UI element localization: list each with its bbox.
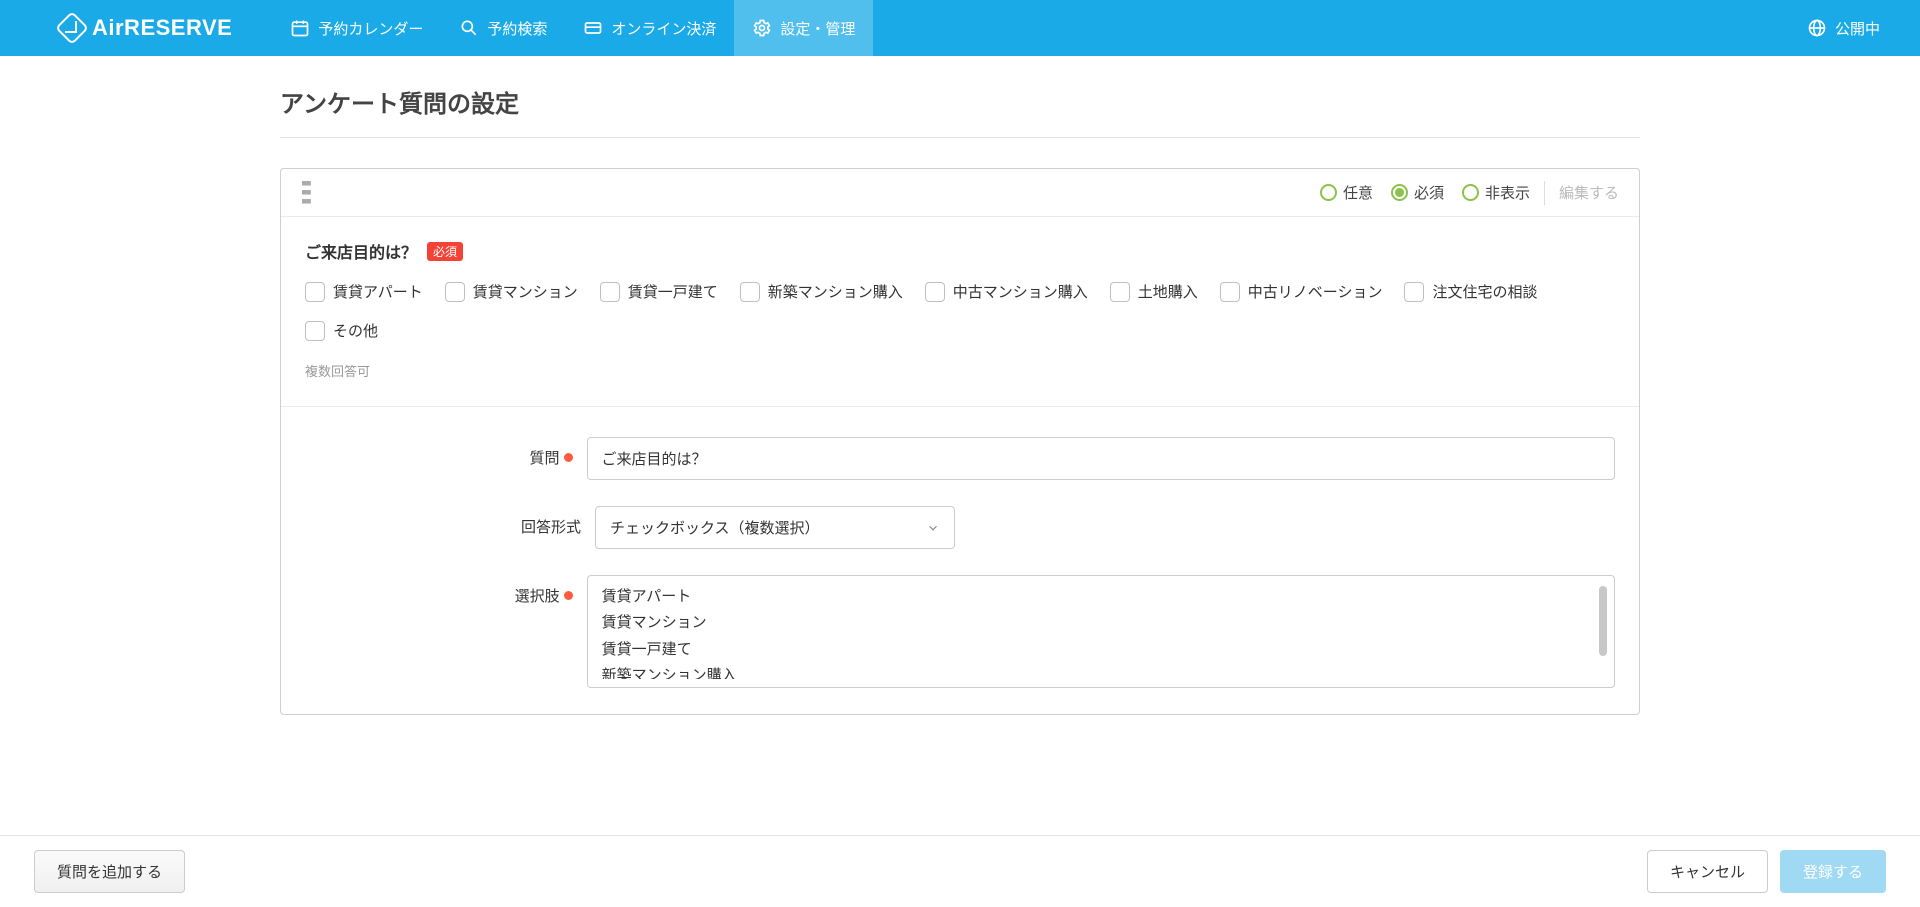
nav-search[interactable]: 予約検索 <box>441 0 565 56</box>
radio-required[interactable]: 必須 <box>1391 182 1444 203</box>
brand-text: AirRESERVE <box>92 15 232 41</box>
nav-label: 予約カレンダー <box>318 18 423 39</box>
top-header: AirRESERVE 予約カレンダー 予約検索 オンライン決済 設定・管理 公開… <box>0 0 1920 56</box>
card-icon <box>583 18 603 38</box>
radio-optional[interactable]: 任意 <box>1320 182 1373 203</box>
question-title: ご来店目的は？ <box>305 239 417 263</box>
checkbox-icon <box>305 282 325 302</box>
nav-settings[interactable]: 設定・管理 <box>734 0 873 56</box>
radio-hidden[interactable]: 非表示 <box>1462 182 1530 203</box>
checkbox-option[interactable]: 賃貸一戸建て <box>600 281 718 302</box>
nav-label: 設定・管理 <box>780 18 855 39</box>
checkbox-icon <box>445 282 465 302</box>
helper-text: 複数回答可 <box>305 361 1615 380</box>
nav-label: 予約検索 <box>487 18 547 39</box>
publish-status[interactable]: 公開中 <box>1807 18 1900 39</box>
checkbox-icon <box>1404 282 1424 302</box>
chevron-down-icon <box>926 521 940 535</box>
answer-type-select[interactable]: チェックボックス（複数選択） <box>595 506 955 549</box>
checkbox-icon <box>305 321 325 341</box>
label-question: 質問 <box>530 447 560 468</box>
checkbox-icon <box>1110 282 1130 302</box>
gear-icon <box>752 18 772 38</box>
checkbox-icon <box>740 282 760 302</box>
cancel-button[interactable]: キャンセル <box>1647 850 1768 893</box>
drag-handle-icon[interactable]: ▪▪▪▪▪▪ <box>301 179 310 206</box>
checkbox-option[interactable]: 注文住宅の相談 <box>1404 281 1537 302</box>
option-checkbox-list: 賃貸アパート 賃貸マンション 賃貸一戸建て 新築マンション購入 中古マンション購入 土地購… <box>305 281 1615 341</box>
checkbox-option[interactable]: 中古マンション購入 <box>925 281 1088 302</box>
question-form: 質問 ご来店目的は？ 回答形式 チェックボックス（複数選択） 選択肢 賃貸アパー… <box>281 406 1639 688</box>
checkbox-option[interactable]: 賃貸アパート <box>305 281 423 302</box>
search-icon <box>459 18 479 38</box>
label-answer-type: 回答形式 <box>521 516 581 537</box>
card-header: ▪▪▪▪▪▪ 任意 必須 非表示 編集する <box>281 169 1639 217</box>
checkbox-icon <box>600 282 620 302</box>
question-card: ▪▪▪▪▪▪ 任意 必須 非表示 編集する ご来店目的は？ 必須 賃貸アパート賃… <box>280 168 1640 715</box>
checkbox-option[interactable]: 賃貸マンション <box>445 281 578 302</box>
label-choices: 選択肢 <box>515 585 560 606</box>
checkbox-icon <box>925 282 945 302</box>
divider <box>1544 181 1545 205</box>
choices-textarea[interactable]: 賃貸アパート賃貸マンション賃貸一戸建て新築マンション購入 <box>587 575 1615 688</box>
required-dot-icon <box>564 453 573 462</box>
status-text: 公開中 <box>1835 18 1880 39</box>
brand-logo[interactable]: AirRESERVE <box>60 15 232 41</box>
submit-button[interactable]: 登録する <box>1780 850 1886 893</box>
calendar-icon <box>290 18 310 38</box>
visibility-radio-group: 任意 必須 非表示 <box>1320 182 1530 203</box>
required-dot-icon <box>564 591 573 600</box>
nav-label: オンライン決済 <box>611 18 716 39</box>
scrollbar[interactable] <box>1596 584 1610 679</box>
required-badge: 必須 <box>427 242 463 261</box>
nav-payment[interactable]: オンライン決済 <box>565 0 734 56</box>
add-question-button[interactable]: 質問を追加する <box>34 850 185 893</box>
question-input[interactable]: ご来店目的は？ <box>587 437 1615 480</box>
question-title-row: ご来店目的は？ 必須 <box>305 239 1615 263</box>
globe-icon <box>1807 18 1827 38</box>
page-title: アンケート質問の設定 <box>280 76 1640 138</box>
checkbox-option[interactable]: 土地購入 <box>1110 281 1198 302</box>
logo-icon <box>55 11 89 45</box>
checkbox-option[interactable]: その他 <box>305 320 378 341</box>
footer-bar: 質問を追加する キャンセル 登録する <box>0 835 1920 907</box>
nav-calendar[interactable]: 予約カレンダー <box>272 0 441 56</box>
checkbox-option[interactable]: 中古リノベーション <box>1220 281 1383 302</box>
main-nav: 予約カレンダー 予約検索 オンライン決済 設定・管理 <box>272 0 873 56</box>
checkbox-option[interactable]: 新築マンション購入 <box>740 281 903 302</box>
checkbox-icon <box>1220 282 1240 302</box>
edit-link[interactable]: 編集する <box>1559 182 1619 203</box>
